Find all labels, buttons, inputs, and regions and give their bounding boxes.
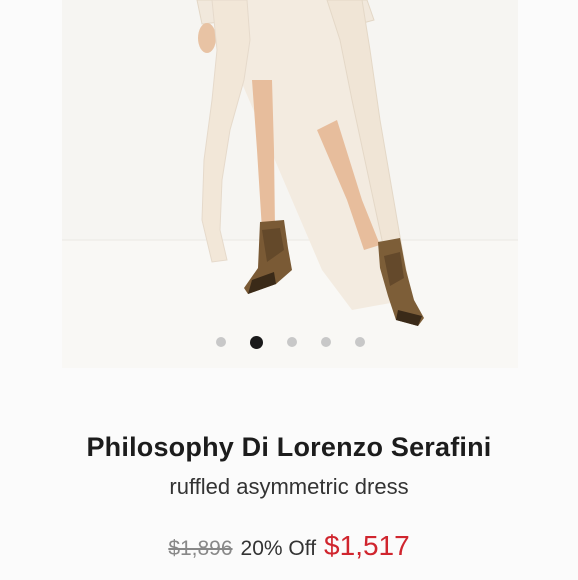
- product-page: Philosophy Di Lorenzo Serafini ruffled a…: [0, 0, 578, 580]
- carousel-dot[interactable]: [286, 337, 297, 347]
- brand-name[interactable]: Philosophy Di Lorenzo Serafini: [0, 432, 578, 463]
- product-name: ruffled asymmetric dress: [169, 474, 409, 499]
- sale-price: $1,517: [324, 530, 410, 561]
- discount-label: 20% Off: [240, 537, 317, 560]
- product-image[interactable]: [62, 0, 518, 368]
- original-price: $1,896: [168, 537, 233, 560]
- carousel-dots: [62, 335, 518, 349]
- price-row: $1,896 20% Off $1,517: [0, 530, 578, 562]
- carousel-dot[interactable]: [354, 337, 365, 347]
- carousel-dot-active[interactable]: [249, 335, 263, 349]
- carousel-dot[interactable]: [215, 337, 226, 347]
- product-photo-graphic: [62, 0, 518, 368]
- carousel-dot[interactable]: [320, 337, 331, 347]
